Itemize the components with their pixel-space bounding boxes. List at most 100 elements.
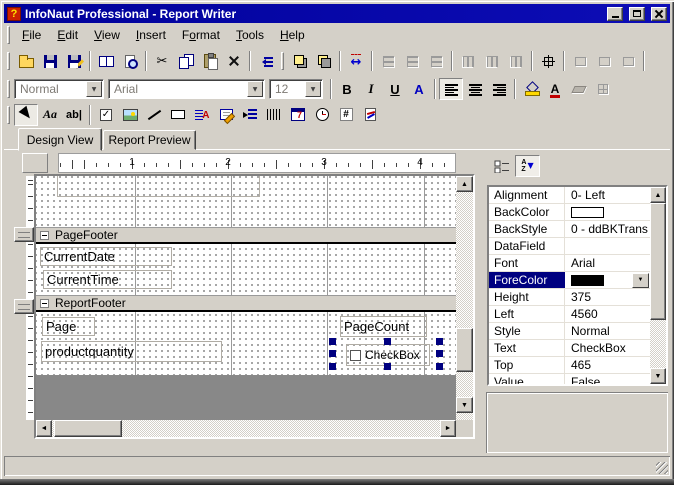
collapse-minus-icon[interactable]: [40, 298, 49, 308]
selection-handle[interactable]: [329, 338, 336, 345]
menu-file[interactable]: File: [14, 25, 49, 45]
drag-handle[interactable]: [7, 52, 10, 70]
selection-handle[interactable]: [384, 338, 391, 345]
rectangle-tool-button[interactable]: [166, 104, 190, 126]
page-number-tool-button[interactable]: #: [334, 104, 358, 126]
horizontal-scroll-thumb[interactable]: [54, 420, 122, 437]
forecolor-dropdown-button[interactable]: ▼: [632, 272, 649, 288]
tab-report-preview[interactable]: Report Preview: [103, 130, 196, 150]
collapse-minus-icon[interactable]: [40, 230, 49, 240]
borders-button[interactable]: [591, 78, 615, 100]
bold-button[interactable]: B: [335, 78, 359, 100]
align-right-button[interactable]: [487, 78, 511, 100]
alphabetical-sort-button[interactable]: AZ ▼: [515, 155, 540, 177]
field-current-time[interactable]: CurrentTime: [43, 270, 172, 289]
italic-button[interactable]: I: [359, 78, 383, 100]
calendar-tool-button[interactable]: 7: [286, 104, 310, 126]
align-center-vertical-button[interactable]: [400, 50, 424, 72]
property-row-backstyle[interactable]: BackStyle 0 - ddBKTrans: [489, 221, 650, 238]
copy-button[interactable]: [174, 50, 198, 72]
property-row-left[interactable]: Left 4560: [489, 306, 650, 323]
rtf-tool-button[interactable]: A: [190, 104, 214, 126]
font-combo[interactable]: Arial ▼: [108, 79, 265, 99]
menu-view[interactable]: View: [86, 25, 128, 45]
property-row-value[interactable]: Value False: [489, 374, 650, 384]
scroll-down-button[interactable]: ▼: [456, 397, 473, 413]
make-same-width-button[interactable]: [568, 50, 592, 72]
style-combo[interactable]: Normal ▼: [14, 79, 104, 99]
selection-handle[interactable]: [329, 350, 336, 357]
print-preview-button[interactable]: [118, 50, 142, 72]
menu-tools[interactable]: Tools: [228, 25, 272, 45]
drag-handle[interactable]: [7, 105, 10, 124]
property-scroll-thumb[interactable]: [650, 203, 666, 320]
pointer-tool-button[interactable]: [14, 103, 38, 126]
selection-handle[interactable]: [436, 350, 443, 357]
align-center-button[interactable]: [463, 78, 487, 100]
barcode-tool-button[interactable]: [262, 104, 286, 126]
title-bar[interactable]: ? InfoNaut Professional - Report Writer: [4, 4, 670, 23]
align-middle-button[interactable]: [480, 50, 504, 72]
property-row-text[interactable]: Text CheckBox: [489, 340, 650, 357]
clipped-field-outline[interactable]: [57, 176, 260, 197]
reportfooter-band[interactable]: ReportFooter: [36, 295, 456, 312]
align-top-edges-button[interactable]: [456, 50, 480, 72]
send-to-back-button[interactable]: [312, 50, 336, 72]
textbox-tool-button[interactable]: ab|: [62, 104, 86, 126]
make-same-height-button[interactable]: [592, 50, 616, 72]
align-bottom-edges-button[interactable]: [504, 50, 528, 72]
cut-button[interactable]: ✂: [150, 50, 174, 72]
make-same-size-button[interactable]: [616, 50, 640, 72]
align-right-edges-button[interactable]: [424, 50, 448, 72]
scroll-left-button[interactable]: ◄: [36, 420, 52, 437]
minimize-button[interactable]: [607, 6, 623, 21]
categorized-view-button[interactable]: [489, 155, 514, 177]
scroll-up-button[interactable]: ▲: [650, 187, 666, 203]
property-row-alignment[interactable]: Alignment 0- Left: [489, 187, 650, 204]
fill-color-button[interactable]: [519, 78, 543, 100]
font-color-button[interactable]: A: [543, 78, 567, 100]
data-dictionary-button[interactable]: [94, 50, 118, 72]
property-row-datafield[interactable]: DataField: [489, 238, 650, 255]
selection-handle[interactable]: [436, 363, 443, 370]
script-editor-button[interactable]: [254, 50, 278, 72]
resize-grip[interactable]: [656, 462, 668, 474]
property-row-style[interactable]: Style Normal: [489, 323, 650, 340]
field-page-count[interactable]: PageCount: [340, 316, 427, 337]
clock-tool-button[interactable]: [310, 104, 334, 126]
delete-button[interactable]: [222, 50, 246, 72]
drag-handle[interactable]: [7, 26, 10, 44]
selection-handle[interactable]: [436, 338, 443, 345]
maximize-button[interactable]: [629, 6, 645, 21]
chart-tool-button[interactable]: [358, 104, 382, 126]
align-left-edges-button[interactable]: [376, 50, 400, 72]
property-row-font[interactable]: Font Arial: [489, 255, 650, 272]
property-row-backcolor[interactable]: BackColor: [489, 204, 650, 221]
property-row-top[interactable]: Top 465: [489, 357, 650, 374]
scroll-right-button[interactable]: ►: [440, 420, 456, 437]
fit-width-button[interactable]: ↔: [344, 50, 368, 72]
vertical-scrollbar[interactable]: ▲ ▼: [456, 176, 473, 420]
center-in-section-button[interactable]: [536, 50, 560, 72]
drag-handle[interactable]: [7, 80, 10, 98]
open-button[interactable]: [14, 50, 38, 72]
selection-handle[interactable]: [329, 363, 336, 370]
subreport-tool-button[interactable]: [214, 104, 238, 126]
menu-format[interactable]: Format: [174, 25, 228, 45]
property-row-forecolor[interactable]: ForeColor ▼: [489, 272, 650, 289]
reportfooter-section-handle[interactable]: [14, 299, 34, 314]
field-product-quantity[interactable]: productquantity: [41, 341, 222, 362]
field-current-date[interactable]: CurrentDate: [40, 247, 172, 266]
bring-to-front-button[interactable]: [288, 50, 312, 72]
ruler-corner-box[interactable]: [22, 153, 48, 173]
tab-design-view[interactable]: Design View: [18, 128, 102, 151]
font-button[interactable]: A: [407, 78, 431, 100]
pagefooter-band[interactable]: PageFooter: [36, 227, 456, 244]
design-canvas[interactable]: PageFooter CurrentDate CurrentTime Repor…: [36, 176, 456, 420]
menu-insert[interactable]: Insert: [128, 25, 174, 45]
image-tool-button[interactable]: [118, 104, 142, 126]
selection-handle[interactable]: [384, 363, 391, 370]
scroll-down-button[interactable]: ▼: [650, 368, 666, 384]
label-tool-button[interactable]: Aa: [38, 104, 62, 126]
vertical-scroll-thumb[interactable]: [456, 328, 473, 372]
